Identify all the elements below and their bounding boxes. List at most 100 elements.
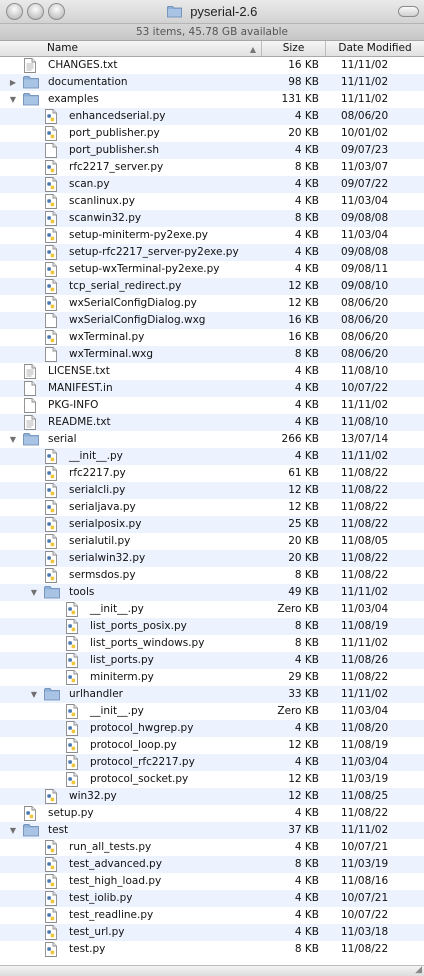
file-row[interactable]: port_publisher.py 20 KB 10/01/02 [0, 125, 424, 142]
folder-row[interactable]: ▶ documentation 98 KB 11/11/02 [0, 74, 424, 91]
file-row[interactable]: serialutil.py 20 KB 11/08/05 [0, 533, 424, 550]
item-name: serialposix.py [69, 518, 142, 530]
item-size: 4 KB [294, 382, 319, 394]
item-size: 4 KB [294, 654, 319, 666]
item-name: test_url.py [69, 926, 125, 938]
item-date-modified: 11/08/22 [341, 569, 389, 581]
file-row[interactable]: PKG-INFO 4 KB 11/11/02 [0, 397, 424, 414]
column-header-size[interactable]: Size [261, 41, 325, 56]
item-name: tcp_serial_redirect.py [69, 280, 182, 292]
item-size: 12 KB [288, 739, 319, 751]
item-date-modified: 11/03/07 [341, 161, 389, 173]
file-row[interactable]: __init__.py Zero KB 11/03/04 [0, 601, 424, 618]
item-name: PKG-INFO [48, 399, 99, 411]
item-date-modified: 11/08/25 [341, 790, 389, 802]
folder-row[interactable]: ▼ test 37 KB 11/11/02 [0, 822, 424, 839]
file-row[interactable]: scanwin32.py 8 KB 09/08/08 [0, 210, 424, 227]
file-row[interactable]: README.txt 4 KB 11/08/10 [0, 414, 424, 431]
file-list[interactable]: CHANGES.txt 16 KB 11/11/02 ▶ documentation 98… [0, 57, 424, 965]
item-size: 20 KB [288, 535, 319, 547]
file-row[interactable]: setup-miniterm-py2exe.py 4 KB 11/03/04 [0, 227, 424, 244]
item-date-modified: 11/08/16 [341, 875, 389, 887]
item-date-modified: 08/06/20 [341, 314, 389, 326]
file-row[interactable]: wxTerminal.wxg 8 KB 08/06/20 [0, 346, 424, 363]
file-row[interactable]: scan.py 4 KB 09/07/22 [0, 176, 424, 193]
file-row[interactable]: run_all_tests.py 4 KB 10/07/21 [0, 839, 424, 856]
item-size: 16 KB [288, 59, 319, 71]
item-name: port_publisher.sh [69, 144, 159, 156]
file-row[interactable]: CHANGES.txt 16 KB 11/11/02 [0, 57, 424, 74]
file-row[interactable]: sermsdos.py 8 KB 11/08/22 [0, 567, 424, 584]
file-row[interactable]: setup-rfc2217_server-py2exe.py 4 KB 09/08/… [0, 244, 424, 261]
file-row[interactable]: enhancedserial.py 4 KB 08/06/20 [0, 108, 424, 125]
disclosure-open-icon[interactable]: ▼ [8, 822, 18, 839]
toolbar-toggle-button[interactable] [398, 6, 419, 17]
item-name: wxTerminal.py [69, 331, 145, 343]
disclosure-open-icon[interactable]: ▼ [29, 584, 39, 601]
item-name: setup-wxTerminal-py2exe.py [69, 263, 220, 275]
file-row[interactable]: list_ports.py 4 KB 11/08/26 [0, 652, 424, 669]
item-name: examples [48, 93, 99, 105]
file-row[interactable]: scanlinux.py 4 KB 11/03/04 [0, 193, 424, 210]
file-row[interactable]: test.py 8 KB 11/08/22 [0, 941, 424, 958]
file-row[interactable]: test_iolib.py 4 KB 10/07/21 [0, 890, 424, 907]
file-row[interactable]: test_readline.py 4 KB 10/07/22 [0, 907, 424, 924]
disclosure-open-icon[interactable]: ▼ [8, 431, 18, 448]
disclosure-open-icon[interactable]: ▼ [8, 91, 18, 108]
item-size: Zero KB [277, 603, 319, 615]
folder-row[interactable]: ▼ tools 49 KB 11/11/02 [0, 584, 424, 601]
file-row[interactable]: list_ports_posix.py 8 KB 11/08/19 [0, 618, 424, 635]
item-date-modified: 09/07/22 [341, 178, 389, 190]
file-row[interactable]: test_high_load.py 4 KB 11/08/16 [0, 873, 424, 890]
item-size: 4 KB [294, 263, 319, 275]
file-row[interactable]: serialjava.py 12 KB 11/08/22 [0, 499, 424, 516]
folder-row[interactable]: ▼ examples 131 KB 11/11/02 [0, 91, 424, 108]
file-row[interactable]: setup.py 4 KB 11/08/22 [0, 805, 424, 822]
folder-row[interactable]: ▼ serial 266 KB 13/07/14 [0, 431, 424, 448]
item-name: serial [48, 433, 77, 445]
disclosure-open-icon[interactable]: ▼ [29, 686, 39, 703]
file-row[interactable]: LICENSE.txt 4 KB 11/08/10 [0, 363, 424, 380]
file-row[interactable]: list_ports_windows.py 8 KB 11/11/02 [0, 635, 424, 652]
file-row[interactable]: serialposix.py 25 KB 11/08/22 [0, 516, 424, 533]
file-row[interactable]: wxSerialConfigDialog.py 12 KB 08/06/20 [0, 295, 424, 312]
item-date-modified: 11/08/20 [341, 722, 389, 734]
item-name: urlhandler [69, 688, 123, 700]
item-date-modified: 11/11/02 [341, 76, 389, 88]
item-name: test_high_load.py [69, 875, 162, 887]
item-size: 20 KB [288, 552, 319, 564]
file-row[interactable]: tcp_serial_redirect.py 12 KB 09/08/10 [0, 278, 424, 295]
file-row[interactable]: test_advanced.py 8 KB 11/03/19 [0, 856, 424, 873]
item-size: Zero KB [277, 705, 319, 717]
horizontal-scrollbar[interactable]: ◢ [0, 965, 424, 976]
column-header-date-modified[interactable]: Date Modified [325, 41, 424, 56]
item-name: miniterm.py [90, 671, 154, 683]
column-header-name[interactable]: Name ▲ [0, 41, 261, 56]
file-row[interactable]: rfc2217.py 61 KB 11/08/22 [0, 465, 424, 482]
file-row[interactable]: protocol_loop.py 12 KB 11/08/19 [0, 737, 424, 754]
file-row[interactable]: wxSerialConfigDialog.wxg 16 KB 08/06/20 [0, 312, 424, 329]
file-row[interactable]: wxTerminal.py 16 KB 08/06/20 [0, 329, 424, 346]
item-name: documentation [48, 76, 128, 88]
file-row[interactable]: serialcli.py 12 KB 11/08/22 [0, 482, 424, 499]
file-row[interactable]: win32.py 12 KB 11/08/25 [0, 788, 424, 805]
item-date-modified: 11/11/02 [341, 450, 389, 462]
file-row[interactable]: test_url.py 4 KB 11/03/18 [0, 924, 424, 941]
file-row[interactable]: MANIFEST.in 4 KB 10/07/22 [0, 380, 424, 397]
file-row[interactable]: __init__.py 4 KB 11/11/02 [0, 448, 424, 465]
file-row[interactable]: protocol_hwgrep.py 4 KB 11/08/20 [0, 720, 424, 737]
file-row[interactable]: serialwin32.py 20 KB 11/08/22 [0, 550, 424, 567]
disclosure-closed-icon[interactable]: ▶ [8, 74, 18, 91]
item-date-modified: 10/07/21 [341, 841, 389, 853]
file-row[interactable]: rfc2217_server.py 8 KB 11/03/07 [0, 159, 424, 176]
file-row[interactable]: protocol_rfc2217.py 4 KB 11/03/04 [0, 754, 424, 771]
file-row[interactable]: setup-wxTerminal-py2exe.py 4 KB 09/08/11 [0, 261, 424, 278]
item-date-modified: 08/06/20 [341, 331, 389, 343]
resize-grip-icon[interactable]: ◢ [415, 965, 422, 975]
item-name: list_ports.py [90, 654, 154, 666]
file-row[interactable]: port_publisher.sh 4 KB 09/07/23 [0, 142, 424, 159]
file-row[interactable]: miniterm.py 29 KB 11/08/22 [0, 669, 424, 686]
file-row[interactable]: __init__.py Zero KB 11/03/04 [0, 703, 424, 720]
file-row[interactable]: protocol_socket.py 12 KB 11/03/19 [0, 771, 424, 788]
folder-row[interactable]: ▼ urlhandler 33 KB 11/11/02 [0, 686, 424, 703]
